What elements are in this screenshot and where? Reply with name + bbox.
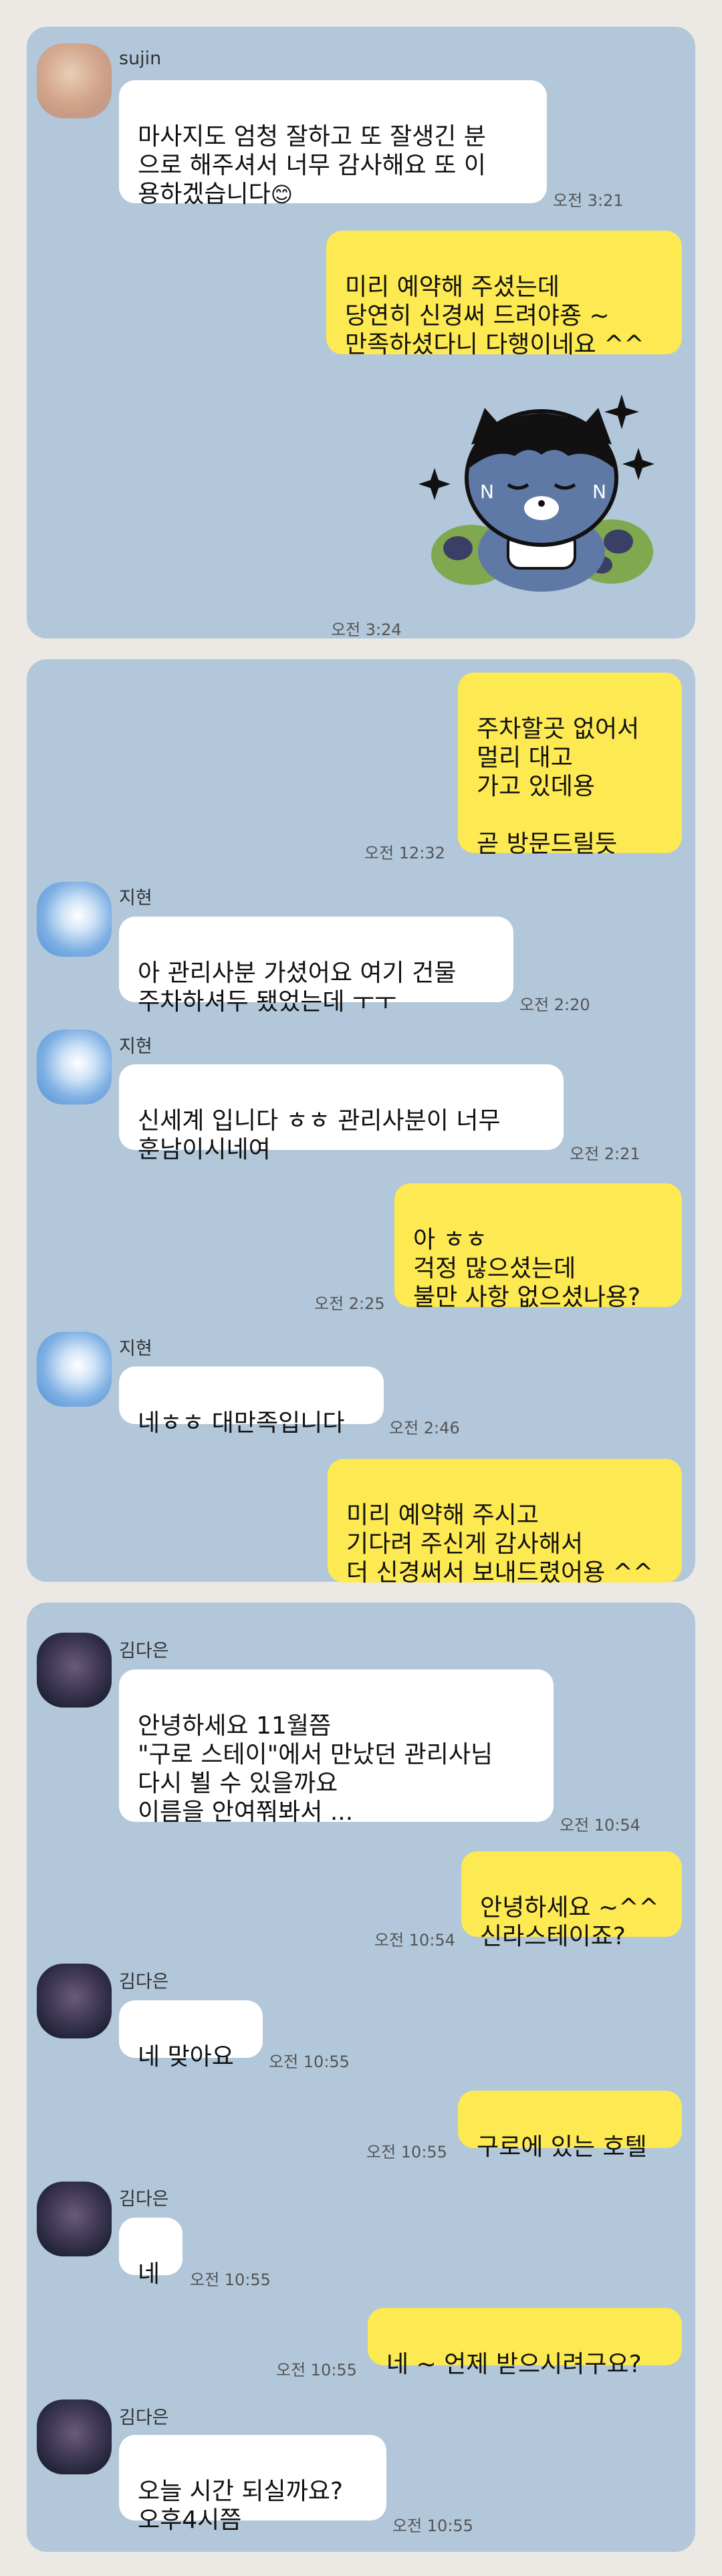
incoming-message[interactable]: 신세계 입니다 ㅎㅎ 관리사분이 너무 훈남이시네여 [119,1064,564,1163]
smile-emoji-icon: 😊 [270,182,293,207]
sender-name: sujin [119,48,162,69]
sender-name: 지현 [119,888,152,909]
message-time: 오전 2:46 [389,1419,460,1437]
incoming-message[interactable]: 네 맞아요 [119,2000,263,2071]
message-text: 네 ~ 언제 받으시려구요? [386,2351,642,2378]
message-text: 네 맞아요 [138,2043,234,2071]
incoming-message[interactable]: 네 [119,2218,183,2288]
outgoing-message[interactable]: 미리 예약해 주셨는데 당연히 신경써 드려야죵 ~ 만족하셨다니 다행이네요 … [326,231,682,358]
message-text: 네 [138,2260,160,2288]
chat-panel-2: 주차할곳 없어서 멀리 대고 가고 있데용 곧 방문드릴듯 오전 12:32 지… [27,659,695,1587]
message-text: 안녕하세요 11월쯤 "구로 스테이"에서 만났던 관리사님 다시 뵐 수 있을… [138,1712,493,1826]
message-time: 오전 2:25 [314,1294,385,1313]
sender-name: 지현 [119,1338,152,1359]
chat-panel-3: 김다은 안녕하세요 11월쯤 "구로 스테이"에서 만났던 관리사님 다시 뵐 … [27,1603,695,2552]
message-time: 오전 2:20 [519,996,590,1014]
sender-avatar[interactable] [37,1030,112,1104]
sender-name: 김다은 [119,2408,169,2428]
message-time: 오전 10:55 [392,2516,473,2535]
svg-text:N: N [480,481,494,503]
outgoing-message[interactable]: 네 ~ 언제 받으시려구요? [368,2308,682,2378]
outgoing-message[interactable]: 아 ㅎㅎ 걱정 많으셨는데 불만 사항 없으셨나용? [394,1183,682,1311]
outgoing-message[interactable]: 안녕하세요 ~^^ 신라스테이죠? [461,1851,682,1950]
message-time: 오전 3:21 [553,191,624,210]
message-text: 오늘 시간 되실까요? 오후4시쯤 [138,2478,343,2534]
message-text: 미리 예약해 주셨는데 당연히 신경써 드려야죵 ~ 만족하셨다니 다행이네요 … [345,273,644,358]
incoming-message[interactable]: 마사지도 엄청 잘하고 또 잘생긴 분 으로 해주셔서 너무 감사해요 또 이 … [119,80,547,208]
chat-panel-1: sujin 마사지도 엄청 잘하고 또 잘생긴 분 으로 해주셔서 너무 감사해… [27,27,695,639]
sender-name: 김다은 [119,1641,169,1661]
sender-avatar[interactable] [37,1964,112,2038]
sender-avatar[interactable] [37,2182,112,2256]
outgoing-message[interactable]: 구로에 있는 호텔 [458,2091,682,2161]
message-time: 오전 10:54 [374,1931,455,1950]
sender-avatar[interactable] [37,882,112,957]
svg-text:N: N [592,481,606,503]
message-time: 오전 10:55 [190,2270,271,2289]
sender-name: 지현 [119,1036,152,1057]
message-text: 구로에 있는 호텔 [477,2133,647,2161]
message-text: 아 관리사분 가셨어요 여기 건물 주차하셔두 됐었는데 ㅜㅜ [138,959,457,1016]
message-text: 네ㅎㅎ 대만족입니다 [138,1409,345,1437]
message-time: 오전 10:55 [366,2143,447,2161]
incoming-message[interactable]: 안녕하세요 11월쯤 "구로 스테이"에서 만났던 관리사님 다시 뵐 수 있을… [119,1669,554,1826]
message-text: 신세계 입니다 ㅎㅎ 관리사분이 너무 훈남이시네여 [138,1107,501,1163]
outgoing-message[interactable]: 미리 예약해 주시고 기다려 주신게 감사해서 더 신경써서 보내드렸어용 ^^ [328,1459,682,1587]
message-time: 오전 10:55 [269,2053,350,2071]
ryan-sticker-icon[interactable]: N N [408,381,675,602]
sender-avatar[interactable] [37,2399,112,2474]
message-time: 오전 3:24 [331,620,402,639]
sender-name: 김다은 [119,2189,169,2210]
sender-avatar[interactable] [37,43,112,118]
message-text: 안녕하세요 ~^^ 신라스테이죠? [480,1894,659,1950]
message-text: 미리 예약해 주시고 기다려 주신게 감사해서 더 신경써서 보내드렸어용 ^^ [346,1502,653,1587]
outgoing-message[interactable]: 주차할곳 없어서 멀리 대고 가고 있데용 곧 방문드릴듯 [458,673,682,858]
sender-avatar[interactable] [37,1633,112,1708]
message-text: 주차할곳 없어서 멀리 대고 가고 있데용 곧 방문드릴듯 [477,715,640,858]
message-time: 오전 10:54 [560,1816,640,1835]
sender-avatar[interactable] [37,1332,112,1407]
message-text: 마사지도 엄청 잘하고 또 잘생긴 분 으로 해주셔서 너무 감사해요 또 이 … [138,123,486,208]
message-time: 오전 2:21 [570,1145,640,1163]
incoming-message[interactable]: 네ㅎㅎ 대만족입니다 [119,1367,384,1437]
incoming-message[interactable]: 오늘 시간 되실까요? 오후4시쯤 [119,2435,386,2534]
message-time: 오전 10:55 [276,2361,357,2379]
incoming-message[interactable]: 아 관리사분 가셨어요 여기 건물 주차하셔두 됐었는데 ㅜㅜ [119,917,513,1016]
message-text: 아 ㅎㅎ 걱정 많으셨는데 불만 사항 없으셨나용? [413,1226,641,1311]
message-time: 오전 12:32 [364,844,445,862]
sender-name: 김다은 [119,1972,169,1992]
